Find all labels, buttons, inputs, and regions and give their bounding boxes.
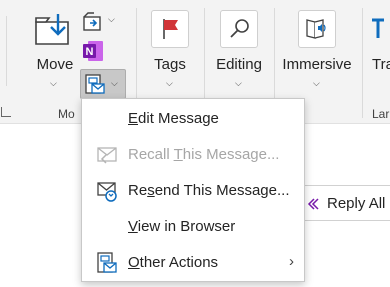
editing-icon-box	[220, 10, 258, 48]
actions-chevron-icon: ⌵	[111, 78, 118, 88]
immersive-chevron-icon: ⌵	[313, 78, 320, 88]
menu-item-label: View in Browser	[128, 218, 236, 235]
menu-item-label: Other Actions	[128, 254, 219, 271]
editing-button[interactable]: Editing ⌵	[212, 8, 266, 96]
onenote-button[interactable]: N	[82, 40, 106, 64]
onenote-icon: N	[83, 41, 103, 61]
reply-all-button[interactable]: Reply All	[296, 185, 390, 221]
language-group-label: Lar	[372, 107, 390, 121]
menu-item-recall-message[interactable]: Recall This Message...	[82, 137, 304, 173]
immersive-button[interactable]: Immersive ⌵	[280, 8, 354, 96]
tags-label: Tags	[154, 56, 186, 73]
reply-all-icon	[307, 198, 319, 210]
dialog-launcher-icon[interactable]	[1, 107, 11, 117]
immersive-icon-box	[298, 10, 336, 48]
flag-icon	[163, 19, 178, 39]
menu-item-label: Edit Message	[128, 110, 219, 127]
move-folder-icon	[35, 14, 69, 45]
menu-item-label: Resend This Message...	[128, 182, 290, 199]
tags-icon-box	[151, 10, 189, 48]
tags-button[interactable]: Tags ⌵	[146, 8, 194, 96]
editing-label: Editing	[216, 56, 262, 73]
rules-icon	[83, 12, 101, 31]
rules-chevron-icon: ⌵	[108, 14, 115, 24]
menu-item-other-actions[interactable]: Other Actions ›	[82, 245, 304, 281]
translate-label: Tra	[372, 56, 390, 73]
menu-item-edit-message[interactable]: Edit Message	[82, 101, 304, 137]
immersive-reader-icon	[306, 19, 326, 39]
menu-item-resend-message[interactable]: Resend This Message...	[82, 173, 304, 209]
svg-text:N: N	[86, 46, 94, 58]
recall-envelope-icon	[97, 147, 117, 164]
resend-envelope-icon	[97, 182, 117, 202]
menu-item-view-in-browser[interactable]: View in Browser	[82, 209, 304, 245]
rules-button[interactable]: ⌵	[80, 10, 120, 34]
move-button[interactable]: Move ⌵	[30, 8, 78, 96]
actions-button[interactable]: ⌵	[80, 69, 126, 99]
move-group-label: Mo	[58, 107, 75, 121]
tags-chevron-icon: ⌵	[166, 78, 173, 88]
menu-item-label: Recall This Message...	[128, 146, 280, 163]
ribbon-left-edge	[6, 16, 7, 86]
editing-chevron-icon: ⌵	[235, 78, 242, 88]
submenu-chevron-icon: ›	[289, 253, 294, 270]
translate-button[interactable]: Tra	[368, 8, 390, 96]
translate-icon	[372, 18, 384, 38]
search-icon	[230, 19, 249, 38]
immersive-label: Immersive	[282, 56, 352, 73]
move-chevron-icon: ⌵	[50, 78, 57, 88]
other-actions-icon	[97, 252, 117, 273]
separator-4	[362, 8, 363, 118]
actions-envelope-icon	[85, 74, 105, 94]
reply-all-label: Reply All	[327, 195, 386, 212]
move-label: Move	[36, 56, 74, 73]
actions-menu: Edit Message Recall This Message... Rese…	[81, 98, 305, 282]
